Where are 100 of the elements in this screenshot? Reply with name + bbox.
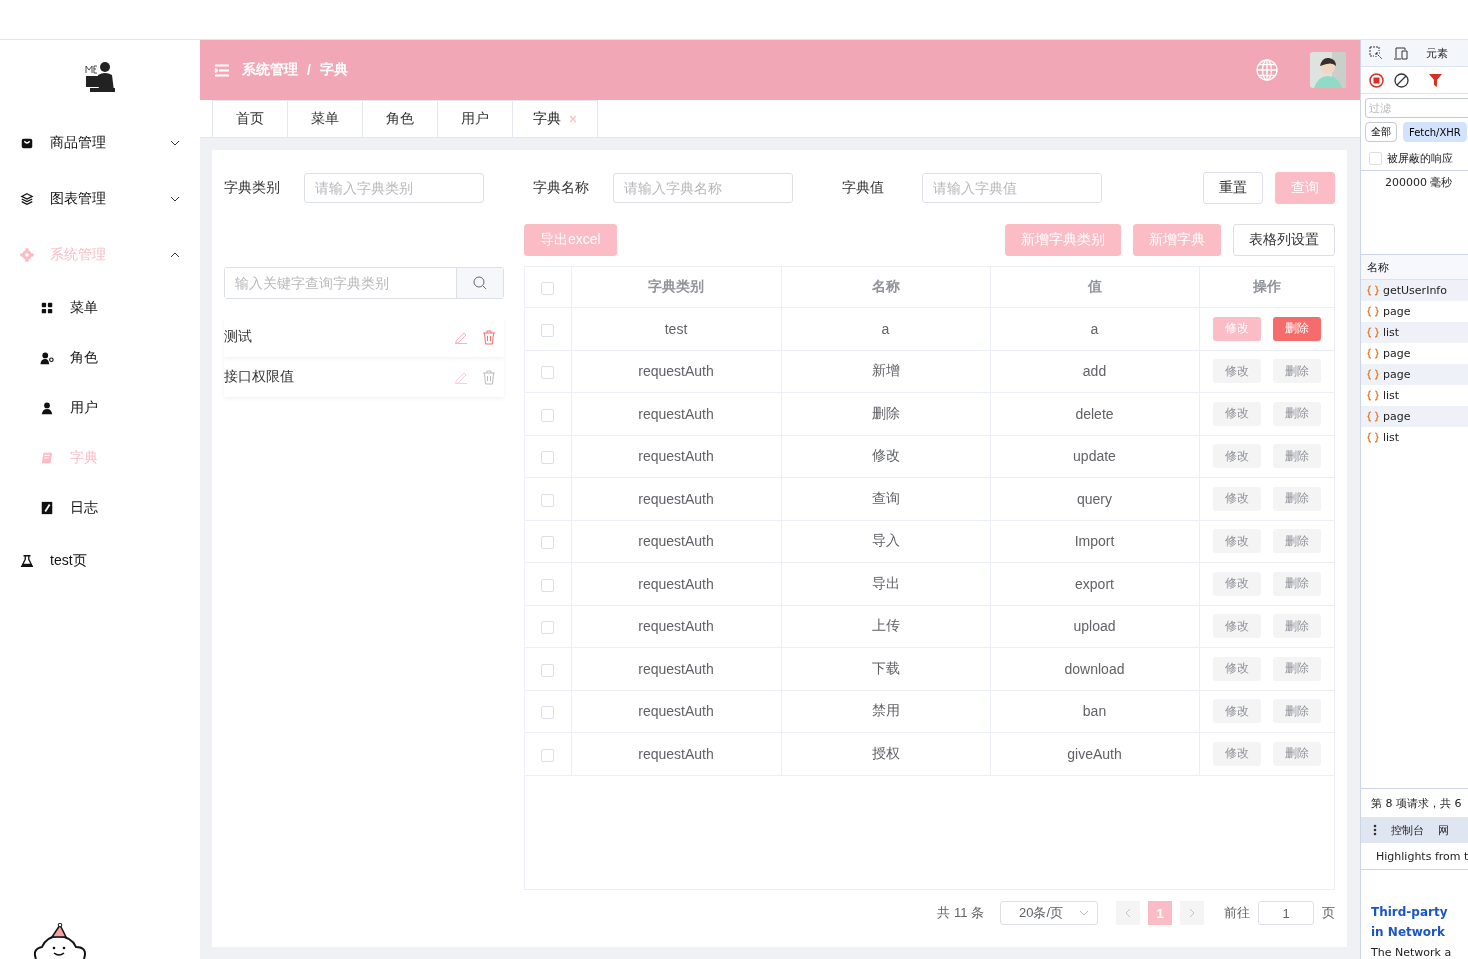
request-row[interactable]: page bbox=[1361, 301, 1468, 322]
menu-icon bbox=[20, 192, 34, 206]
input-field[interactable]: 请输入字典名称 bbox=[613, 173, 793, 203]
table-cell: 查询 bbox=[781, 477, 990, 520]
sidebar-subitem[interactable]: 用户 bbox=[0, 383, 200, 433]
tab[interactable]: 字典 bbox=[512, 100, 598, 137]
filter-icon[interactable] bbox=[1429, 73, 1442, 87]
xhr-icon bbox=[1367, 369, 1379, 380]
devtools-tab[interactable]: 元素 bbox=[1426, 45, 1448, 61]
menu-icon bbox=[40, 401, 54, 415]
highlights-text: Highlights from t bbox=[1376, 849, 1468, 863]
table-cell: requestAuth bbox=[571, 520, 781, 563]
xhr-icon bbox=[1367, 348, 1379, 359]
total-count: 共 11 条 bbox=[937, 904, 984, 922]
breadcrumb-current: 字典 bbox=[319, 61, 348, 79]
column-settings-button[interactable]: 表格列设置 bbox=[1233, 224, 1335, 256]
checkbox-label: 被屏蔽的响应 bbox=[1387, 150, 1453, 166]
checkbox[interactable] bbox=[541, 281, 555, 295]
drawer-tab[interactable]: 网 bbox=[1438, 822, 1449, 838]
table-cell: giveAuth bbox=[990, 732, 1199, 775]
table-cell: 新增 bbox=[781, 350, 990, 393]
table-cell: 修改 bbox=[781, 435, 990, 478]
close-icon[interactable] bbox=[569, 115, 577, 123]
column-header: 值 bbox=[990, 267, 1199, 308]
sidebar-subitem[interactable]: 日志 bbox=[0, 483, 200, 533]
request-row[interactable]: page bbox=[1361, 364, 1468, 385]
checkbox[interactable] bbox=[1369, 151, 1382, 165]
table-cell: requestAuth bbox=[571, 392, 781, 435]
sidebar-item[interactable]: 商品管理 bbox=[0, 115, 200, 171]
table-cell: ban bbox=[990, 690, 1199, 733]
request-row[interactable]: page bbox=[1361, 406, 1468, 427]
next-page-button[interactable] bbox=[1180, 901, 1204, 925]
field-label: 字典类别 bbox=[224, 179, 281, 197]
search-field[interactable]: 输入关键字查询字典类别 bbox=[224, 267, 504, 299]
reset-button[interactable]: 重置 bbox=[1203, 172, 1263, 204]
request-row[interactable]: page bbox=[1361, 343, 1468, 364]
filter-chip[interactable]: 全部 bbox=[1365, 122, 1397, 142]
delete-icon[interactable] bbox=[482, 329, 496, 345]
record-icon[interactable] bbox=[1369, 72, 1384, 88]
page-input[interactable]: 1 bbox=[1258, 901, 1314, 925]
xhr-icon bbox=[1367, 327, 1379, 338]
body-text: The Network a bbox=[1371, 946, 1452, 959]
field-label: 字典值 bbox=[842, 179, 885, 197]
drawer-tab[interactable]: 控制台 bbox=[1391, 822, 1424, 838]
table-cell: 授权 bbox=[781, 732, 990, 775]
category-item[interactable]: 测试 bbox=[224, 317, 504, 357]
edit-icon[interactable] bbox=[454, 370, 468, 384]
table-cell: requestAuth bbox=[571, 732, 781, 775]
goto-label: 前往 bbox=[1224, 904, 1250, 922]
sidebar-item[interactable]: test页 bbox=[0, 533, 200, 589]
table-cell: requestAuth bbox=[571, 562, 781, 605]
input-field[interactable]: 请输入字典值 bbox=[922, 173, 1102, 203]
breadcrumb-separator: / bbox=[307, 62, 311, 78]
category-item[interactable]: 接口权限值 bbox=[224, 357, 504, 397]
column-header: 操作 bbox=[1199, 267, 1334, 308]
inspect-icon[interactable] bbox=[1369, 46, 1383, 60]
checkbox[interactable] bbox=[541, 323, 555, 337]
table-cell: Import bbox=[990, 520, 1199, 563]
table-cell: delete bbox=[990, 392, 1199, 435]
table-cell: requestAuth bbox=[571, 477, 781, 520]
clear-icon[interactable] bbox=[1394, 72, 1409, 88]
sidebar-subitem[interactable]: 角色 bbox=[0, 333, 200, 383]
menu-icon[interactable] bbox=[214, 63, 230, 77]
tab[interactable]: 首页 bbox=[212, 100, 288, 137]
more-icon[interactable] bbox=[1373, 824, 1377, 836]
request-row[interactable]: list bbox=[1361, 322, 1468, 343]
table-cell: 导入 bbox=[781, 520, 990, 563]
prev-page-button[interactable] bbox=[1116, 901, 1140, 925]
page-suffix: 页 bbox=[1322, 904, 1335, 922]
filter-field[interactable]: 过滤 bbox=[1365, 98, 1468, 118]
filter-chip[interactable]: Fetch/XHR bbox=[1403, 122, 1467, 142]
timeline-label: 200000 毫秒 bbox=[1385, 176, 1453, 189]
table-cell: test bbox=[571, 307, 781, 350]
globe-icon[interactable] bbox=[1256, 59, 1278, 81]
table-cell: 删除 bbox=[781, 392, 990, 435]
field-label: 字典名称 bbox=[533, 179, 590, 197]
edit-icon[interactable] bbox=[454, 330, 468, 344]
xhr-icon bbox=[1367, 411, 1379, 422]
table-cell: requestAuth bbox=[571, 605, 781, 648]
delete-icon[interactable] bbox=[482, 369, 496, 385]
input-field[interactable]: 请输入字典类别 bbox=[304, 173, 484, 203]
column-header: 名称 bbox=[781, 267, 990, 308]
request-row[interactable]: getUserInfo bbox=[1361, 280, 1468, 301]
table-cell: add bbox=[990, 350, 1199, 393]
search-icon[interactable] bbox=[473, 276, 487, 290]
table-cell: download bbox=[990, 647, 1199, 690]
menu-icon bbox=[40, 301, 54, 315]
table-cell: requestAuth bbox=[571, 647, 781, 690]
table-cell: 导出 bbox=[781, 562, 990, 605]
sidebar-subitem[interactable]: 菜单 bbox=[0, 283, 200, 333]
request-row[interactable]: list bbox=[1361, 385, 1468, 406]
device-icon[interactable] bbox=[1393, 46, 1408, 60]
sidebar-item[interactable]: 图表管理 bbox=[0, 171, 200, 227]
table-cell: requestAuth bbox=[571, 435, 781, 478]
page-size-select[interactable]: 20条/页 bbox=[1000, 901, 1098, 925]
chevron-icon bbox=[1079, 910, 1089, 916]
table-cell: export bbox=[990, 562, 1199, 605]
request-row[interactable]: list bbox=[1361, 427, 1468, 448]
table-cell: query bbox=[990, 477, 1199, 520]
table-cell: a bbox=[990, 307, 1199, 350]
